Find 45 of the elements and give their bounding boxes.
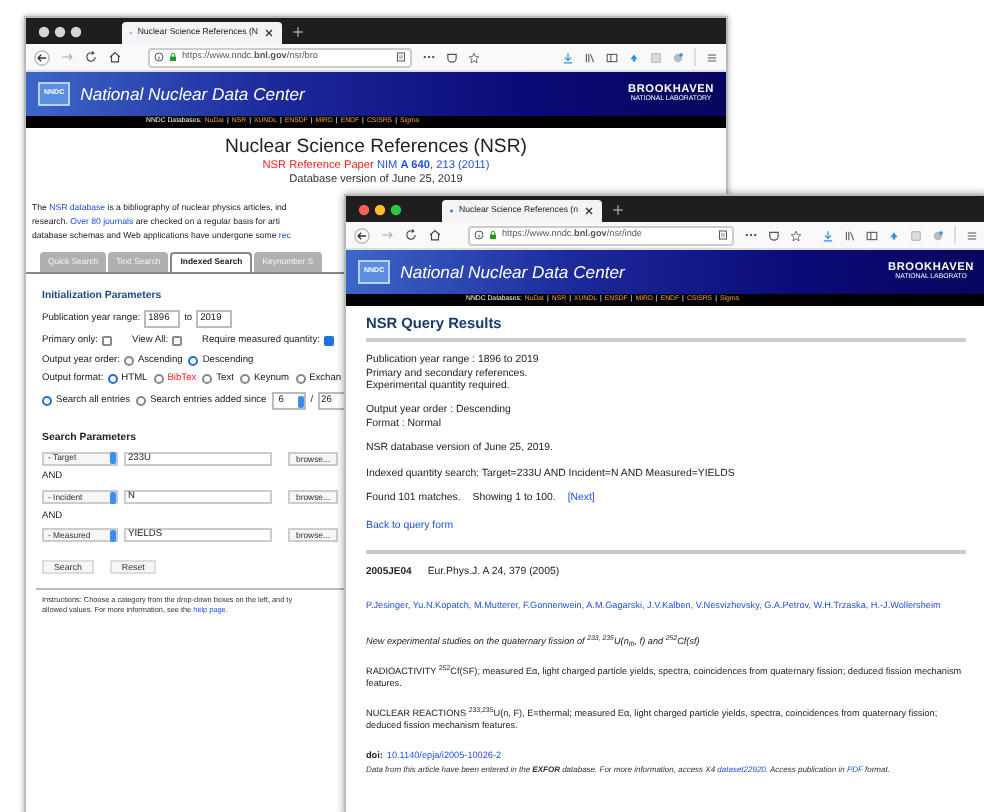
radio-button[interactable] [239,374,250,385]
close-icon[interactable] [264,28,274,38]
star-icon[interactable] [790,229,803,241]
back-arrow-icon[interactable] [354,227,370,243]
radio-button[interactable] [136,396,147,407]
lock-icon[interactable] [488,230,498,240]
plus-icon[interactable] [612,203,624,215]
home-icon[interactable] [108,50,122,64]
download-icon[interactable] [822,229,835,241]
checkbox[interactable] [172,336,183,347]
radio-button[interactable] [107,374,118,385]
reload-icon[interactable] [84,50,98,64]
home-icon[interactable] [428,228,442,242]
info-icon[interactable] [154,52,164,62]
radio-button[interactable] [202,374,213,385]
reader-view-icon[interactable] [718,230,729,240]
download-icon[interactable] [562,51,574,63]
page-heading: Nuclear Science References (NSR) [225,136,527,160]
pocket-icon[interactable] [446,51,458,63]
library-icon[interactable] [584,51,596,63]
reload-icon[interactable] [404,228,418,242]
window-controls-icon[interactable] [38,25,82,37]
reader-view-icon[interactable] [396,52,406,62]
site-title: National Nuclear Data Center [400,259,628,285]
up-arrow-icon[interactable] [888,229,901,241]
checkbox[interactable] [323,336,334,347]
lock-icon[interactable] [168,52,178,62]
info-icon[interactable] [474,230,484,240]
window-controls-icon[interactable] [358,203,402,215]
radio-button[interactable] [123,355,134,366]
plus-icon[interactable] [292,25,304,37]
radio-button[interactable] [188,355,199,366]
radio-button[interactable] [153,374,164,385]
radio-button[interactable] [42,396,52,407]
site-title: National Nuclear Data Center [80,81,308,107]
checkbox[interactable] [102,336,112,347]
pocket-icon[interactable] [768,229,781,241]
back-arrow-icon[interactable] [34,49,50,65]
sidebar-icon[interactable] [866,229,879,241]
star-icon[interactable] [468,51,480,63]
close-icon[interactable] [584,206,594,216]
sidebar-icon[interactable] [606,51,618,63]
radio-button[interactable] [295,374,306,385]
up-arrow-icon[interactable] [628,51,640,63]
library-icon[interactable] [844,229,857,241]
